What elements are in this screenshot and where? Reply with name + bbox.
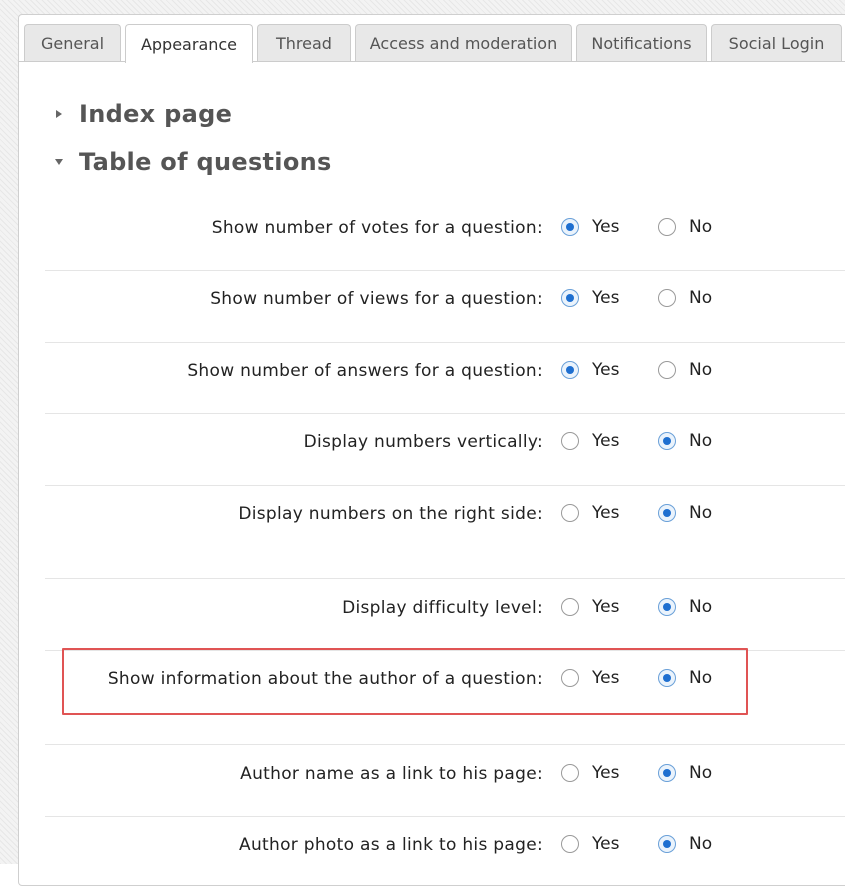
radio-label-yes: Yes bbox=[592, 288, 620, 308]
setting-option-no[interactable]: No bbox=[658, 503, 712, 523]
radio-button-no[interactable] bbox=[658, 598, 676, 616]
radio-button-yes[interactable] bbox=[561, 361, 579, 379]
radio-label-no: No bbox=[689, 288, 713, 308]
tab-access-and-moderation[interactable]: Access and moderation bbox=[355, 24, 572, 61]
setting-option-yes[interactable]: Yes bbox=[561, 431, 619, 451]
row-separator bbox=[45, 270, 845, 271]
row-separator bbox=[45, 816, 845, 817]
setting-option-no[interactable]: No bbox=[658, 360, 712, 380]
section-index-page[interactable]: Index page bbox=[52, 100, 232, 128]
radio-label-no: No bbox=[689, 360, 713, 380]
setting-option-yes[interactable]: Yes bbox=[561, 503, 619, 523]
setting-label: Author name as a link to his page: bbox=[240, 764, 543, 784]
radio-label-yes: Yes bbox=[592, 431, 620, 451]
setting-option-yes[interactable]: Yes bbox=[561, 217, 619, 237]
collapse-arrow-icon bbox=[52, 155, 66, 169]
section-title-table-of-questions: Table of questions bbox=[79, 148, 332, 176]
setting-option-yes[interactable]: Yes bbox=[561, 360, 619, 380]
radio-label-no: No bbox=[689, 503, 713, 523]
radio-label-no: No bbox=[689, 834, 713, 854]
row-separator bbox=[45, 413, 845, 414]
radio-label-no: No bbox=[689, 597, 713, 617]
radio-label-yes: Yes bbox=[592, 503, 620, 523]
highlight-box bbox=[62, 648, 748, 715]
section-table-of-questions[interactable]: Table of questions bbox=[52, 148, 332, 176]
radio-label-yes: Yes bbox=[592, 360, 620, 380]
radio-button-no[interactable] bbox=[658, 504, 676, 522]
radio-label-yes: Yes bbox=[592, 217, 620, 237]
radio-label-no: No bbox=[689, 763, 713, 783]
radio-button-no[interactable] bbox=[658, 361, 676, 379]
tab-notifications[interactable]: Notifications bbox=[576, 24, 707, 61]
expand-arrow-icon bbox=[52, 107, 66, 121]
setting-option-no[interactable]: No bbox=[658, 431, 712, 451]
setting-option-yes[interactable]: Yes bbox=[561, 834, 619, 854]
row-separator bbox=[45, 578, 845, 579]
radio-button-yes[interactable] bbox=[561, 504, 579, 522]
setting-option-yes[interactable]: Yes bbox=[561, 763, 619, 783]
radio-button-no[interactable] bbox=[658, 432, 676, 450]
tab-thread[interactable]: Thread bbox=[257, 24, 351, 61]
setting-label: Display numbers on the right side: bbox=[238, 504, 543, 524]
radio-button-yes[interactable] bbox=[561, 432, 579, 450]
setting-label: Show number of views for a question: bbox=[210, 289, 543, 309]
row-separator bbox=[45, 744, 845, 745]
radio-button-yes[interactable] bbox=[561, 289, 579, 307]
radio-label-yes: Yes bbox=[592, 834, 620, 854]
radio-label-yes: Yes bbox=[592, 597, 620, 617]
setting-option-no[interactable]: No bbox=[658, 288, 712, 308]
radio-button-no[interactable] bbox=[658, 289, 676, 307]
row-separator bbox=[45, 342, 845, 343]
setting-label: Show number of answers for a question: bbox=[187, 361, 543, 381]
tab-social-login[interactable]: Social Login bbox=[711, 24, 842, 61]
radio-label-yes: Yes bbox=[592, 763, 620, 783]
setting-label: Show number of votes for a question: bbox=[211, 218, 543, 238]
radio-button-yes[interactable] bbox=[561, 764, 579, 782]
radio-button-yes[interactable] bbox=[561, 598, 579, 616]
setting-label: Display numbers vertically: bbox=[303, 432, 543, 452]
radio-button-no[interactable] bbox=[658, 764, 676, 782]
setting-option-no[interactable]: No bbox=[658, 217, 712, 237]
row-separator bbox=[45, 485, 845, 486]
tab-appearance[interactable]: Appearance bbox=[125, 24, 253, 63]
radio-label-no: No bbox=[689, 217, 713, 237]
radio-button-yes[interactable] bbox=[561, 835, 579, 853]
radio-button-no[interactable] bbox=[658, 835, 676, 853]
setting-label: Author photo as a link to his page: bbox=[239, 835, 543, 855]
setting-option-no[interactable]: No bbox=[658, 597, 712, 617]
setting-option-yes[interactable]: Yes bbox=[561, 288, 619, 308]
setting-label: Display difficulty level: bbox=[342, 598, 543, 618]
radio-button-no[interactable] bbox=[658, 218, 676, 236]
radio-label-no: No bbox=[689, 431, 713, 451]
tab-general[interactable]: General bbox=[24, 24, 121, 61]
setting-option-no[interactable]: No bbox=[658, 763, 712, 783]
setting-option-yes[interactable]: Yes bbox=[561, 597, 619, 617]
setting-option-no[interactable]: No bbox=[658, 834, 712, 854]
radio-button-yes[interactable] bbox=[561, 218, 579, 236]
section-title-index-page: Index page bbox=[79, 100, 233, 128]
